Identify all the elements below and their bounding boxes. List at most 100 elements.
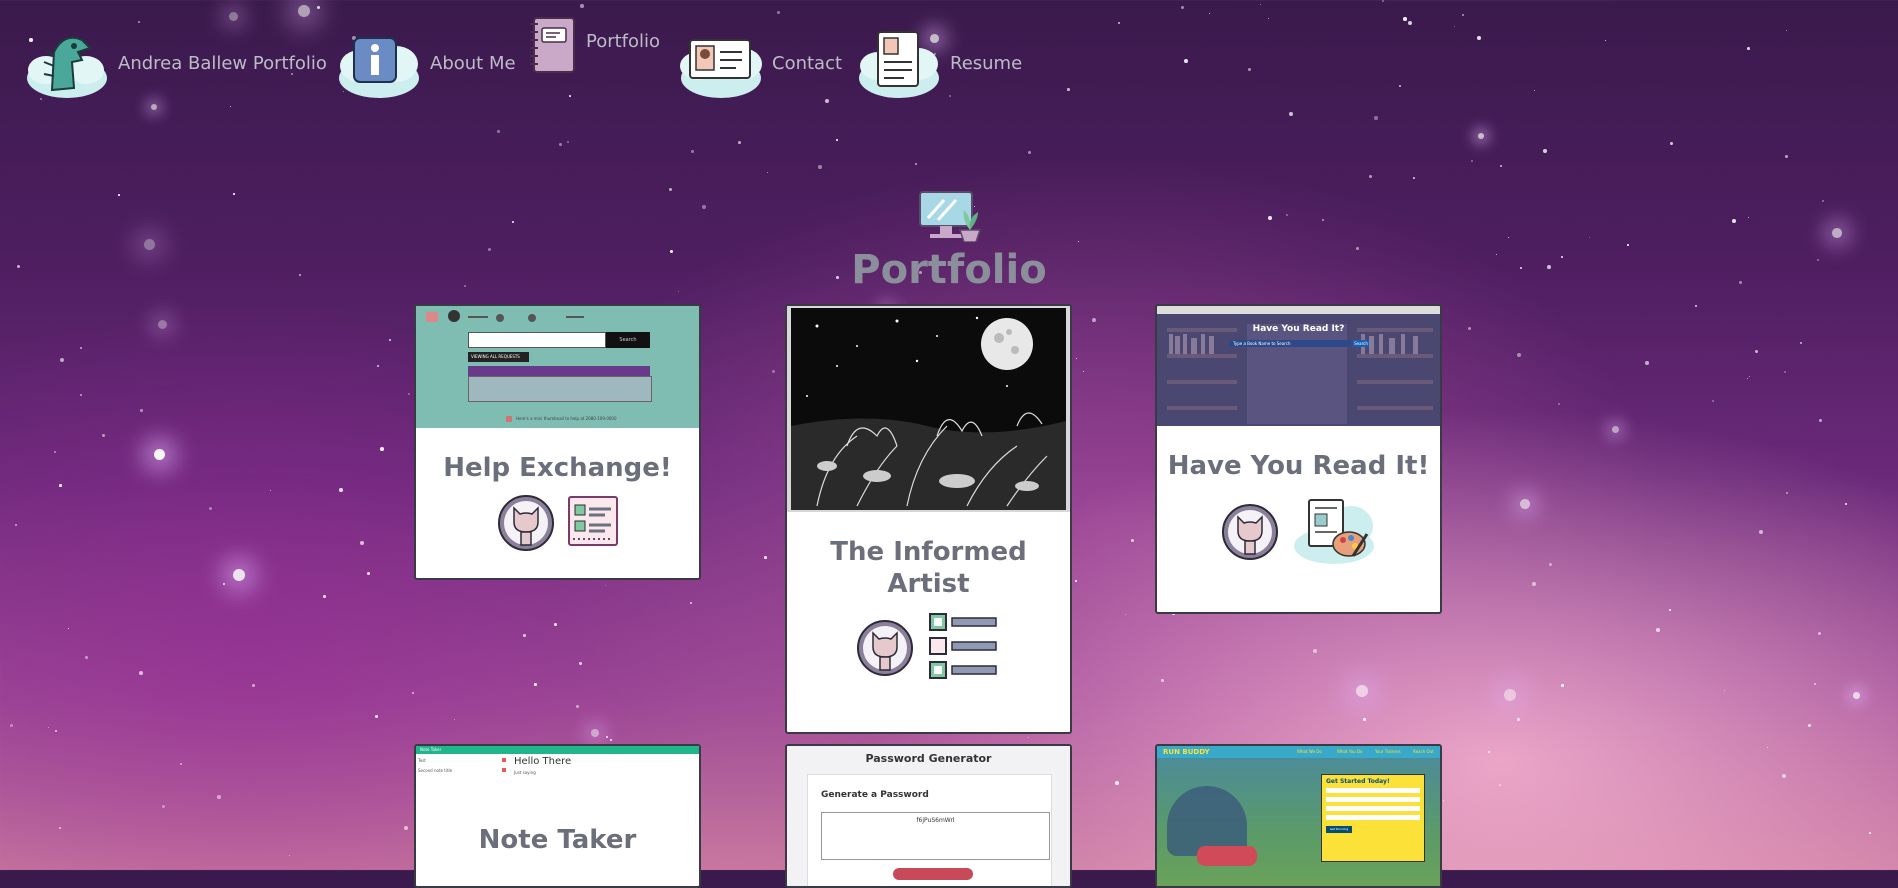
- star: [68, 628, 70, 630]
- star: [1356, 685, 1368, 697]
- star: [1468, 327, 1472, 331]
- star: [54, 451, 57, 454]
- thumb-form-title: Get Started Today!: [1326, 778, 1390, 785]
- star: [408, 393, 411, 396]
- star: [367, 572, 370, 575]
- github-icon[interactable]: [497, 494, 555, 552]
- star: [323, 595, 327, 599]
- star: [1800, 342, 1803, 345]
- star: [1712, 400, 1715, 403]
- star: [1724, 690, 1726, 692]
- thumb-heading: Have You Read It?: [1252, 324, 1345, 334]
- thumb-note-title: Hello There: [514, 756, 572, 767]
- star: [1808, 724, 1812, 728]
- star: [1083, 371, 1085, 373]
- star: [1115, 781, 1119, 785]
- nav-item-portfolio[interactable]: Portfolio: [528, 16, 660, 74]
- project-card-note-taker[interactable]: Note Taker Test Second note title Hello …: [414, 744, 701, 888]
- star: [375, 715, 379, 719]
- project-card-password-generator[interactable]: Password Generator Generate a Password f…: [785, 744, 1072, 888]
- thumb-list-item: Second note title: [418, 768, 453, 773]
- nav-item-label: Andrea Ballew Portfolio: [118, 52, 327, 74]
- thumb-search-button: Search: [1353, 340, 1369, 347]
- thumb-subtitle: Generate a Password: [821, 790, 929, 800]
- thumb-title: Password Generator: [865, 752, 992, 765]
- star: [233, 569, 245, 581]
- top-nav: Andrea Ballew Portfolio About Me Portfol…: [0, 0, 1898, 120]
- star: [1853, 692, 1860, 699]
- star: [1517, 353, 1521, 357]
- star: [55, 730, 57, 732]
- project-title: Have You Read It!: [1167, 451, 1430, 481]
- github-icon[interactable]: [856, 619, 914, 677]
- star: [1075, 580, 1077, 582]
- star: [80, 394, 82, 396]
- star: [223, 583, 225, 585]
- star: [1532, 582, 1536, 586]
- computer-plant-icon: [0, 190, 1898, 242]
- star: [1819, 419, 1823, 423]
- star: [1755, 350, 1758, 353]
- star: [1656, 628, 1660, 632]
- thumb-nav-link: Your Trainers: [1375, 749, 1401, 754]
- star: [1478, 133, 1485, 140]
- star: [1747, 378, 1749, 380]
- project-thumbnail: Search VIEWING ALL REQUESTS Here's a min…: [416, 306, 699, 428]
- star: [767, 172, 769, 174]
- checklist-icon[interactable]: [567, 495, 619, 551]
- star: [1125, 614, 1127, 616]
- project-card-help-exchange[interactable]: Search VIEWING ALL REQUESTS Here's a min…: [414, 304, 701, 580]
- star: [412, 692, 415, 695]
- project-card-have-you-read-it[interactable]: Have You Read It? Type a Book Name to Se…: [1155, 304, 1442, 614]
- nav-item-label: Portfolio: [586, 30, 661, 52]
- star: [1161, 679, 1165, 683]
- notebook-icon: [528, 16, 578, 74]
- star: [836, 139, 838, 141]
- star: [605, 585, 607, 587]
- page-heading: Portfolio: [0, 190, 1898, 294]
- project-card-run-buddy[interactable]: RUN BUDDY What We Do What You Do Your Tr…: [1155, 744, 1442, 888]
- star: [270, 490, 272, 492]
- star: [579, 662, 583, 666]
- star: [1520, 499, 1530, 509]
- star: [80, 347, 82, 349]
- task-list-icon[interactable]: [926, 612, 1002, 684]
- star: [1369, 175, 1373, 179]
- star: [289, 855, 291, 857]
- star: [85, 656, 88, 659]
- star: [1669, 609, 1671, 611]
- nav-item-about[interactable]: About Me: [336, 26, 516, 100]
- nav-item-home[interactable]: Andrea Ballew Portfolio: [24, 26, 327, 100]
- star: [139, 671, 143, 675]
- star: [102, 434, 106, 438]
- star: [772, 370, 776, 374]
- star: [1561, 684, 1565, 688]
- star: [1759, 530, 1763, 534]
- star: [252, 684, 255, 687]
- star: [380, 447, 384, 451]
- nav-item-label: Resume: [950, 52, 1023, 74]
- star: [59, 484, 62, 487]
- star: [534, 683, 538, 687]
- nav-item-contact[interactable]: Contact: [678, 26, 842, 100]
- star: [690, 602, 693, 605]
- thumb-search-button: Search: [606, 332, 650, 348]
- star: [209, 507, 213, 511]
- nav-item-resume[interactable]: Resume: [856, 26, 1022, 100]
- star: [1028, 151, 1032, 155]
- star: [15, 524, 18, 527]
- project-card-informed-artist[interactable]: The Informed Artist: [785, 304, 1072, 734]
- star: [1549, 563, 1553, 567]
- star: [1612, 426, 1619, 433]
- star: [764, 556, 767, 559]
- nav-item-label: Contact: [772, 52, 843, 74]
- star: [1814, 683, 1817, 686]
- star: [454, 719, 456, 721]
- thumb-search-input: Type a Book Name to Search: [1229, 340, 1351, 347]
- github-icon[interactable]: [1221, 503, 1279, 561]
- star: [1869, 832, 1872, 835]
- star: [1443, 800, 1445, 802]
- star: [1695, 305, 1698, 308]
- nav-item-label: About Me: [430, 52, 516, 74]
- art-document-icon[interactable]: [1291, 494, 1377, 570]
